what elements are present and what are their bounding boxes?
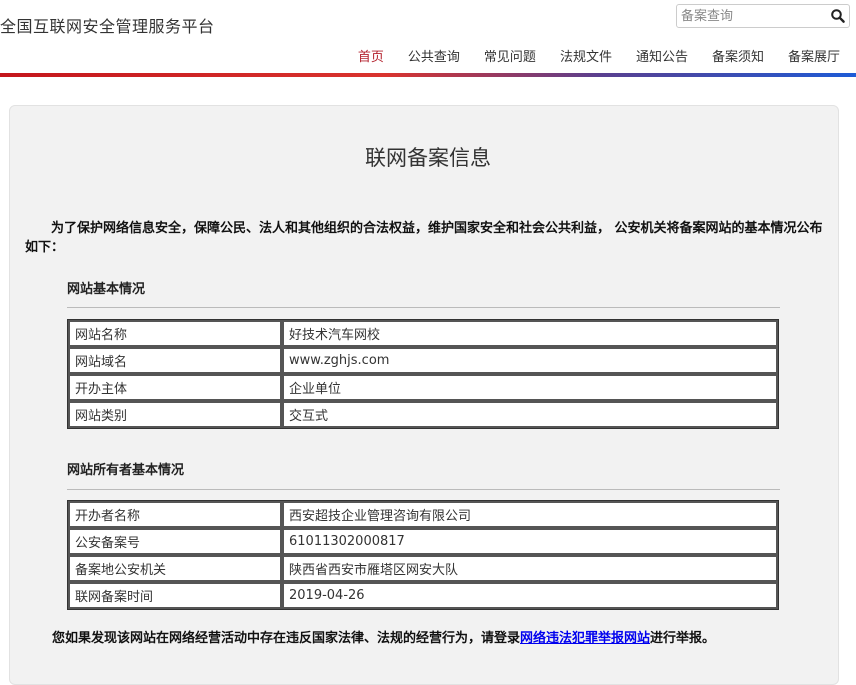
search-box [676,4,850,28]
nav-item-filing-guide[interactable]: 备案须知 [712,46,764,65]
table-row: 备案地公安机关 陕西省西安市雁塔区网安大队 [68,555,778,582]
report-suffix: 进行举报。 [650,631,716,646]
site-section-heading: 网站基本情况 [67,282,146,297]
intro-text: 为了保护网络信息安全，保障公民、法人和其他组织的合法权益，维护国家安全和社会公共… [25,221,823,255]
filing-police-office-label: 备案地公安机关 [68,555,282,582]
site-operator-type-value: 企业单位 [282,374,778,401]
owner-name-value: 西安超技企业管理咨询有限公司 [282,501,778,528]
header-accent-bar [0,73,856,77]
police-filing-number-label: 公安备案号 [68,528,282,555]
report-notice: 您如果发现该网站在网络经营活动中存在违反国家法律、法规的经营行为，请登录网络违法… [52,627,715,646]
filing-police-office-value: 陕西省西安市雁塔区网安大队 [282,555,778,582]
nav-item-notices[interactable]: 通知公告 [636,46,688,65]
nav-item-regulations[interactable]: 法规文件 [560,46,612,65]
owner-section-divider [67,489,780,490]
main-nav: 首页 公共查询 常见问题 法规文件 通知公告 备案须知 备案展厅 [334,46,840,65]
table-row: 公安备案号 61011302000817 [68,528,778,555]
page-title: 联网备案信息 [365,146,491,170]
filing-date-value: 2019-04-26 [282,582,778,609]
site-operator-type-label: 开办主体 [68,374,282,401]
police-filing-number-value: 61011302000817 [282,528,778,555]
table-row: 网站类别 交互式 [68,401,778,428]
table-row: 网站域名 www.zghjs.com [68,347,778,374]
owner-section-heading: 网站所有者基本情况 [67,463,185,478]
site-name-value: 好技术汽车网校 [282,320,778,347]
owner-name-label: 开办者名称 [68,501,282,528]
site-category-value: 交互式 [282,401,778,428]
filing-date-label: 联网备案时间 [68,582,282,609]
nav-item-home[interactable]: 首页 [358,46,384,65]
site-header: 全国互联网安全管理服务平台 首页 公共查询 常见问题 法规文件 通知公告 备案须… [0,0,856,80]
search-input[interactable] [681,6,821,26]
nav-item-filing-gallery[interactable]: 备案展厅 [788,46,840,65]
site-info-table: 网站名称 好技术汽车网校 网站域名 www.zghjs.com 开办主体 企业单… [67,319,779,429]
table-row: 联网备案时间 2019-04-26 [68,582,778,609]
site-domain-value: www.zghjs.com [282,347,778,374]
table-row: 网站名称 好技术汽车网校 [68,320,778,347]
nav-item-faq[interactable]: 常见问题 [484,46,536,65]
site-category-label: 网站类别 [68,401,282,428]
nav-item-public-query[interactable]: 公共查询 [408,46,460,65]
report-prefix: 您如果发现该网站在网络经营活动中存在违反国家法律、法规的经营行为，请登录 [52,631,521,646]
search-icon[interactable] [830,8,846,24]
site-name-label: 网站名称 [68,320,282,347]
site-title: 全国互联网安全管理服务平台 [0,17,215,36]
table-row: 开办主体 企业单位 [68,374,778,401]
owner-info-table: 开办者名称 西安超技企业管理咨询有限公司 公安备案号 6101130200081… [67,500,779,610]
site-section-divider [67,307,780,308]
report-link[interactable]: 网络违法犯罪举报网站 [520,631,650,646]
table-row: 开办者名称 西安超技企业管理咨询有限公司 [68,501,778,528]
site-domain-label: 网站域名 [68,347,282,374]
